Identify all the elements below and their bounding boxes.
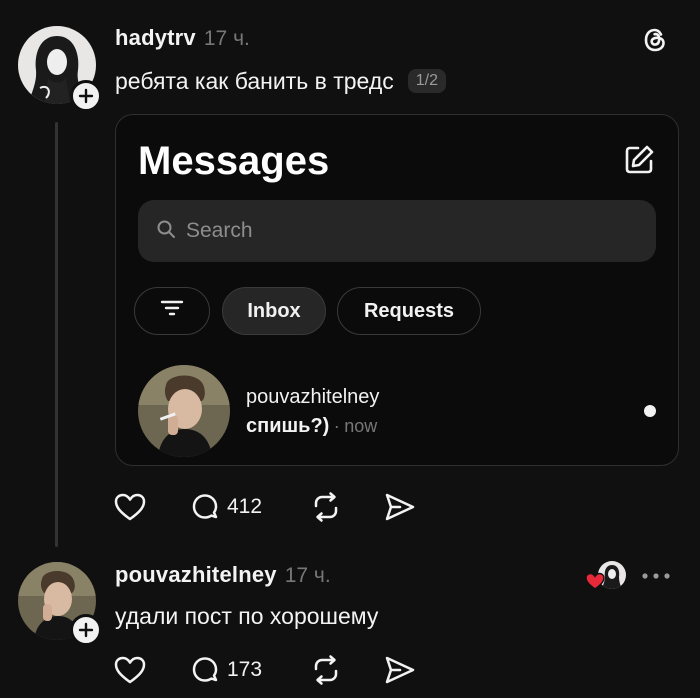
repost-icon [310, 654, 342, 686]
more-icon[interactable] [641, 568, 671, 586]
reply-text: удали пост по хорошему [115, 603, 379, 629]
attached-image[interactable]: Messages Search Inbox Requests pouvazhit… [115, 114, 679, 466]
follow-plus-icon-reply[interactable] [70, 614, 102, 646]
thread-connector-line [55, 122, 58, 547]
reply-like-button[interactable] [114, 655, 146, 685]
timestamp: 17 ч. [203, 27, 250, 50]
repost-icon [310, 491, 342, 523]
filter-icon [160, 299, 184, 323]
comment-count: 412 [227, 495, 263, 518]
conversation-name: pouvazhitelney [246, 386, 380, 408]
search-input: Search [138, 200, 656, 262]
threads-logo-icon[interactable] [640, 25, 670, 60]
share-button[interactable] [384, 492, 416, 522]
tab-inbox: Inbox [222, 287, 326, 335]
reply-comment-count: 173 [227, 658, 263, 681]
comment-icon [189, 491, 221, 523]
comment-icon [189, 654, 221, 686]
post-text-content: ребята как банить в тредс [115, 68, 394, 94]
send-icon [384, 655, 416, 685]
messages-title: Messages [138, 139, 330, 183]
unread-dot [644, 405, 656, 417]
reply-repost-button[interactable] [310, 654, 342, 686]
post-text: ребята как банить в тредс 1/2 [115, 68, 447, 95]
send-icon [384, 492, 416, 522]
compose-icon [622, 143, 656, 182]
conversation-message: спишь?) [246, 415, 330, 437]
post-header: hadytrv 17 ч. [115, 25, 250, 51]
conversation-avatar [138, 365, 230, 457]
search-icon [156, 219, 176, 244]
like-button[interactable] [114, 492, 146, 522]
image-counter-badge: 1/2 [407, 68, 447, 93]
filter-button [134, 287, 210, 335]
search-placeholder: Search [186, 219, 253, 242]
reply-share-button[interactable] [384, 655, 416, 685]
reply-username[interactable]: pouvazhitelney [115, 562, 277, 587]
reply-comment-button[interactable]: 173 [189, 654, 262, 686]
conversation-time: now [344, 416, 378, 436]
conversation-separator: · [333, 416, 340, 436]
comment-button[interactable]: 412 [189, 491, 262, 523]
username[interactable]: hadytrv [115, 25, 196, 50]
reply-timestamp: 17 ч. [284, 564, 331, 587]
repost-button[interactable] [310, 491, 342, 523]
reply-header: pouvazhitelney 17 ч. [115, 562, 331, 588]
tab-requests: Requests [337, 287, 481, 335]
conversation-preview: спишь?) · now [246, 415, 377, 438]
heart-icon [114, 655, 146, 685]
follow-plus-icon[interactable] [70, 80, 102, 112]
heart-icon [114, 492, 146, 522]
liked-heart-icon [585, 572, 605, 595]
